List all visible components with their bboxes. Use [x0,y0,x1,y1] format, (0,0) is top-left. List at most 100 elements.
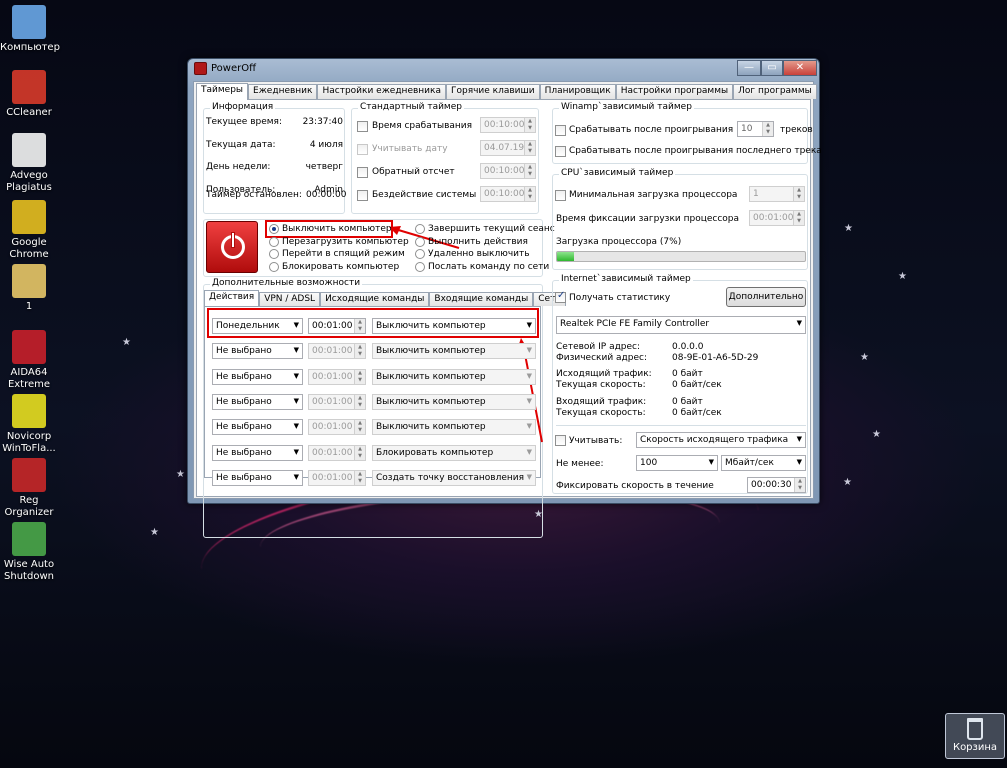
tab-0[interactable]: Таймеры [196,83,249,100]
spin-icon[interactable]: ▲ ▼ [354,394,365,409]
desktop-icon[interactable]: Novicorp WinToFla... [0,394,58,455]
action-radio[interactable] [415,261,425,272]
speed-fix-label: Фиксировать скорость в течение [556,481,714,491]
desktop-icon[interactable]: Reg Organizer [0,458,58,519]
day-select[interactable]: Не выбрано ▼ [212,368,303,385]
standard-time-value: 00:10:00 [484,166,525,176]
consider-select[interactable]: Скорость исходящего трафика ▼ [636,432,806,448]
not-less-select[interactable]: 100 ▼ [636,455,718,471]
title-bar[interactable]: PowerOff — ▭ ✕ [188,59,819,79]
speed-fix-value: 00:00:30 [751,480,792,490]
time-input[interactable]: 00:01:00 ▲ ▼ [308,318,366,334]
more-button[interactable]: Дополнительно [726,287,806,307]
spin-icon[interactable]: ▲ ▼ [354,445,365,460]
action-radio[interactable] [269,261,279,272]
minimize-button[interactable]: — [737,60,761,76]
consider-checkbox[interactable] [555,435,566,446]
spin-icon[interactable]: ▲ ▼ [794,478,805,492]
chevron-down-icon: ▼ [293,447,299,456]
maximize-button[interactable]: ▭ [761,60,783,76]
info-value: четверг [305,162,343,172]
spin-icon[interactable]: ▲ ▼ [524,187,535,201]
standard-time-input[interactable]: 00:10:00 ▲ ▼ [480,117,536,133]
time-value: 00:01:00 [312,447,353,458]
action-radio[interactable] [415,249,425,259]
subtab-1[interactable]: VPN / ADSL [259,292,321,306]
extra-subtabs: Действия VPN / ADSL Исходящие команды Входя… [204,290,566,306]
cpu-min-input[interactable]: 1 ▲ ▼ [749,186,805,202]
day-value: Понедельник [216,321,280,331]
winamp-last-checkbox[interactable] [555,146,566,157]
time-value: 00:01:00 [312,396,353,407]
action-select[interactable]: Выключить компьютер ▼ [372,318,536,334]
standard-checkbox[interactable] [357,121,368,132]
window-title: PowerOff [211,63,256,74]
tab-4[interactable]: Планировщик [539,84,616,99]
desktop-icon[interactable]: Wise Auto Shutdown [0,522,58,583]
chevron-down-icon: ▼ [293,346,299,355]
unit-select[interactable]: Мбайт/сек ▼ [721,455,806,471]
desktop-icon[interactable]: Компьютер [0,5,60,54]
cpu-fix-input[interactable]: 00:01:00 ▲ ▼ [749,210,805,226]
action-radio[interactable] [415,224,425,234]
extra-group-title: Дополнительные возможности [210,278,363,288]
spin-icon[interactable]: ▲ ▼ [793,211,804,225]
tab-2[interactable]: Настройки ежедневника [317,84,446,99]
chevron-down-icon: ▼ [526,447,532,456]
action-radio[interactable] [415,236,425,247]
desktop-icon[interactable]: Google Chrome [0,200,58,261]
tab-5[interactable]: Настройки программы [615,84,734,99]
out-speed-value: 0 байт/сек [672,380,722,390]
tab-1[interactable]: Ежедневник [248,84,318,99]
desktop-icon[interactable]: Advego Plagiatus [0,133,58,194]
standard-time-input[interactable]: 00:10:00 ▲ ▼ [480,163,536,179]
day-select[interactable]: Не выбрано ▼ [212,444,303,461]
spin-icon[interactable]: ▲ ▼ [354,369,365,384]
action-radio[interactable] [269,249,279,259]
spin-icon[interactable]: ▲ ▼ [524,118,535,132]
background-star: ★ [898,271,907,282]
tab-3[interactable]: Горячие клавиши [445,84,540,99]
power-icon-stroke [231,232,235,248]
subtab-3[interactable]: Входящие команды [429,292,534,306]
day-select[interactable]: Не выбрано ▼ [212,343,303,360]
time-value: 00:01:00 [312,422,353,433]
tracks-input[interactable]: 10 ▲ ▼ [737,121,774,137]
spin-icon[interactable]: ▲ ▼ [354,470,365,485]
desktop-icon[interactable]: AIDA64 Extreme [0,330,58,391]
day-select[interactable]: Не выбрано ▼ [212,469,303,486]
time-value: 00:01:00 [312,346,353,357]
winamp-trigger-checkbox[interactable] [555,125,566,136]
subtab-2[interactable]: Исходящие команды [320,292,430,306]
desktop-icon[interactable]: 1 [0,264,58,313]
day-select[interactable]: Понедельник ▼ [212,318,303,334]
standard-checkbox[interactable] [357,190,368,201]
spin-icon[interactable]: ▲ ▼ [354,344,365,359]
not-less-label: Не менее: [556,459,604,469]
power-button[interactable] [206,221,258,273]
recycle-bin-icon[interactable]: Корзина [945,713,1005,759]
speed-fix-input[interactable]: 00:00:30 ▲ ▼ [747,477,806,493]
stats-checkbox[interactable] [555,290,566,303]
standard-time-input[interactable]: 00:10:00 ▲ ▼ [480,186,536,202]
spin-icon[interactable]: ▲ ▼ [524,164,535,178]
action-radio[interactable] [269,224,279,234]
info-label: Текущая дата: [206,139,276,150]
subtab-0[interactable]: Действия [204,290,260,306]
desktop-icon[interactable]: CCleaner [0,70,58,119]
action-radio[interactable] [269,236,279,247]
spin-icon[interactable]: ▲ ▼ [354,319,365,333]
close-button[interactable]: ✕ [783,60,817,76]
standard-time-value: 00:10:00 [484,189,525,199]
tab-6[interactable]: Лог программы [733,84,817,99]
day-select[interactable]: Не выбрано ▼ [212,419,303,436]
spin-icon[interactable]: ▲ ▼ [524,141,535,155]
standard-checkbox[interactable] [357,167,368,178]
day-value: Не выбрано [216,346,272,357]
spin-icon[interactable]: ▲ ▼ [793,187,804,201]
cpu-min-checkbox[interactable] [555,190,566,201]
spin-icon[interactable]: ▲ ▼ [354,420,365,435]
adapter-select[interactable]: Realtek PCIe FE Family Controller ▼ [556,316,806,334]
spin-icon[interactable]: ▲ ▼ [762,122,773,136]
day-select[interactable]: Не выбрано ▼ [212,393,303,410]
